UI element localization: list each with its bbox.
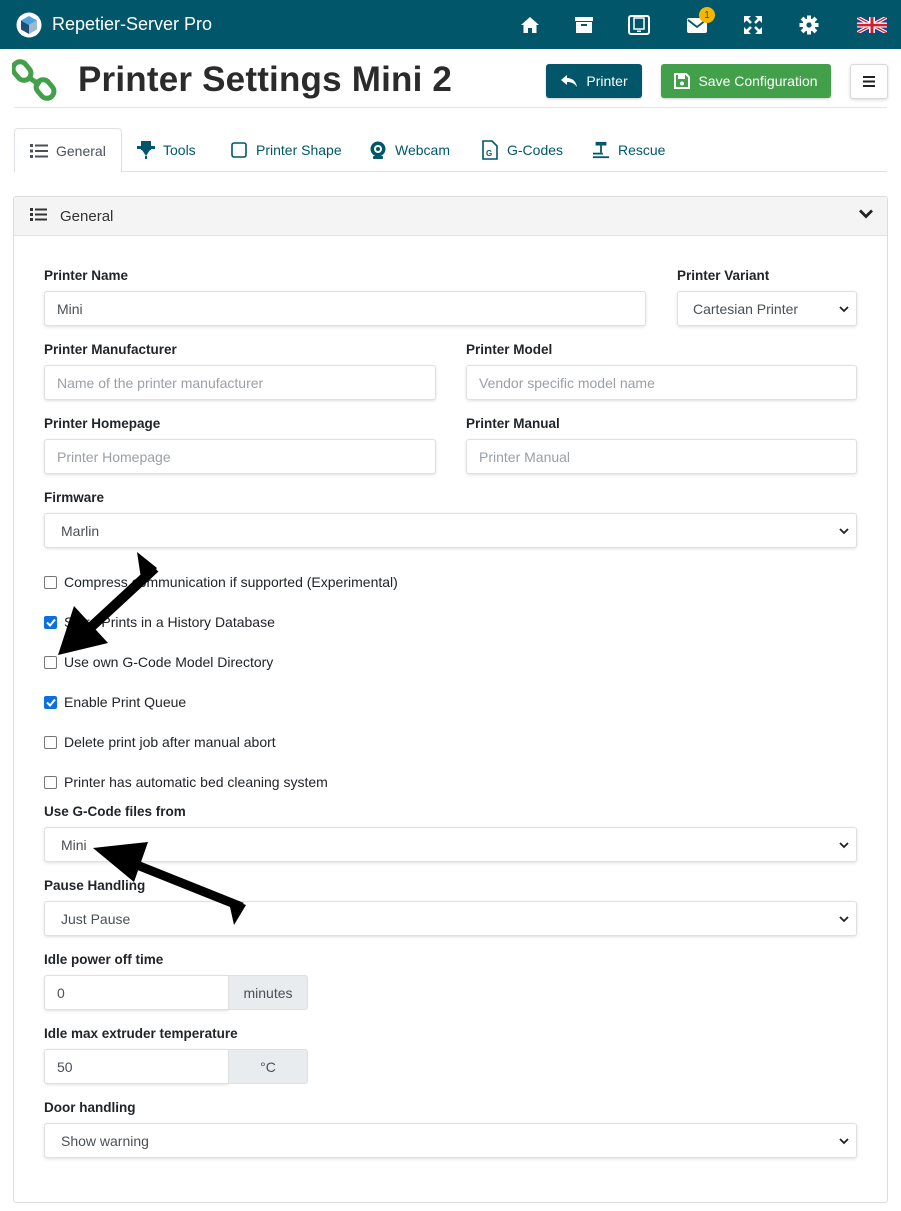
checkbox-box[interactable] <box>44 575 57 589</box>
page-header: Printer Settings Mini 2 Printer Save Con… <box>0 49 901 109</box>
printer-button-label: Printer <box>586 73 628 89</box>
bed-cleaning-checkbox[interactable]: Printer has automatic bed cleaning syste… <box>44 774 328 790</box>
pause-handling-value: Just Pause <box>61 910 131 927</box>
checkbox-box[interactable] <box>44 695 57 709</box>
printer-name-label: Printer Name <box>44 268 129 283</box>
rescue-icon <box>592 141 610 159</box>
archive-icon[interactable] <box>571 12 597 38</box>
model-label: Printer Model <box>466 342 553 357</box>
checkbox-label: Compress communication if supported (Exp… <box>64 574 398 590</box>
manufacturer-input[interactable]: Name of the printer manufacturer <box>44 365 436 400</box>
chevron-down-icon[interactable] <box>859 209 873 219</box>
reply-icon <box>561 75 578 87</box>
printer-chain-logo-icon <box>12 59 57 101</box>
history-database-checkbox[interactable]: Store Prints in a History Database <box>44 614 275 630</box>
checkbox-label: Use own G-Code Model Directory <box>64 654 274 670</box>
tab-webcam[interactable]: Webcam <box>369 128 450 172</box>
save-button-label: Save Configuration <box>698 73 818 89</box>
section-title: General <box>60 208 114 225</box>
gcode-source-label: Use G-Code files from <box>44 804 186 819</box>
tablet-icon[interactable] <box>626 12 652 38</box>
chevron-down-icon <box>839 1138 849 1145</box>
printer-button[interactable]: Printer <box>546 64 642 98</box>
menu-button[interactable] <box>850 64 888 99</box>
printer-variant-value: Cartesian Printer <box>693 300 799 317</box>
tab-label: Rescue <box>618 142 666 158</box>
pause-handling-select[interactable]: Just Pause <box>44 901 857 936</box>
printer-variant-label: Printer Variant <box>677 268 770 283</box>
checkbox-box[interactable] <box>44 775 57 789</box>
gcode-source-value: Mini <box>61 836 87 853</box>
celsius-unit-addon: °C <box>228 1049 308 1084</box>
top-navbar: Repetier-Server Pro 1 <box>0 0 901 49</box>
door-handling-label: Door handling <box>44 1100 136 1115</box>
chevron-down-icon <box>839 842 849 849</box>
mail-icon[interactable]: 1 <box>684 7 715 38</box>
checkbox-label: Delete print job after manual abort <box>64 734 276 750</box>
tab-tools[interactable]: Tools <box>137 128 196 172</box>
printer-variant-select[interactable]: Cartesian Printer <box>677 291 857 326</box>
manufacturer-label: Printer Manufacturer <box>44 342 177 357</box>
pause-handling-label: Pause Handling <box>44 878 146 893</box>
manual-input[interactable]: Printer Manual <box>466 439 857 474</box>
firmware-select[interactable]: Marlin <box>44 513 857 548</box>
tools-icon <box>137 141 155 159</box>
firmware-value: Marlin <box>61 522 100 539</box>
delete-after-abort-checkbox[interactable]: Delete print job after manual abort <box>44 734 276 750</box>
hamburger-icon <box>863 76 875 87</box>
gcode-source-select[interactable]: Mini <box>44 827 857 862</box>
checkbox-label: Enable Print Queue <box>64 694 187 710</box>
gcode-file-icon: G <box>481 140 499 160</box>
chevron-down-icon <box>839 306 849 313</box>
manual-label: Printer Manual <box>466 416 560 431</box>
idle-max-temp-input[interactable]: 50 <box>44 1049 229 1084</box>
messages-badge: 1 <box>699 7 715 23</box>
gear-icon[interactable] <box>796 12 822 38</box>
tab-g-codes[interactable]: G G-Codes <box>481 128 563 172</box>
door-handling-value: Show warning <box>61 1132 149 1149</box>
list-icon <box>30 208 47 221</box>
own-gcode-directory-checkbox[interactable]: Use own G-Code Model Directory <box>44 654 273 670</box>
save-configuration-button[interactable]: Save Configuration <box>661 64 831 98</box>
checkbox-label: Store Prints in a History Database <box>64 614 275 630</box>
checkbox-label: Printer has automatic bed cleaning syste… <box>64 774 328 790</box>
idle-max-temp-label: Idle max extruder temperature <box>44 1026 238 1041</box>
checkbox-box[interactable] <box>44 735 57 749</box>
webcam-icon <box>369 141 387 159</box>
checkbox-box[interactable] <box>44 655 57 669</box>
tab-label: G-Codes <box>507 142 564 158</box>
tab-label: Tools <box>163 142 196 158</box>
enable-print-queue-checkbox[interactable]: Enable Print Queue <box>44 694 186 710</box>
firmware-label: Firmware <box>44 490 105 505</box>
tab-label: General <box>56 142 106 159</box>
chevron-down-icon <box>839 528 849 535</box>
compress-communication-checkbox[interactable]: Compress communication if supported (Exp… <box>44 574 398 590</box>
tab-label: Printer Shape <box>256 142 342 158</box>
shape-icon <box>230 141 248 159</box>
tab-rescue[interactable]: Rescue <box>592 128 665 172</box>
door-handling-select[interactable]: Show warning <box>44 1123 857 1158</box>
printer-name-input[interactable]: Mini <box>44 291 646 326</box>
homepage-input[interactable]: Printer Homepage <box>44 439 436 474</box>
header-divider <box>14 107 887 108</box>
card-header[interactable]: General <box>14 197 887 236</box>
idle-power-off-label: Idle power off time <box>44 952 164 967</box>
page-title: Printer Settings Mini 2 <box>78 60 453 99</box>
homepage-label: Printer Homepage <box>44 416 161 431</box>
settings-tabs: General Tools Printer Shape Webcam G G-C… <box>14 128 887 173</box>
svg-text:G: G <box>486 149 492 158</box>
chevron-down-icon <box>839 916 849 923</box>
floppy-disk-icon <box>674 73 691 89</box>
model-input[interactable]: Vendor specific model name <box>466 365 857 400</box>
fullscreen-icon[interactable] <box>740 12 766 38</box>
tab-general[interactable]: General <box>14 128 122 173</box>
home-icon[interactable] <box>517 12 543 38</box>
tab-printer-shape[interactable]: Printer Shape <box>230 128 342 172</box>
uk-flag-icon[interactable] <box>856 12 888 38</box>
list-icon <box>30 142 48 160</box>
checkbox-box[interactable] <box>44 615 57 629</box>
idle-power-off-input[interactable]: 0 <box>44 975 229 1010</box>
tab-label: Webcam <box>395 142 450 158</box>
minutes-unit-addon: minutes <box>228 975 308 1010</box>
